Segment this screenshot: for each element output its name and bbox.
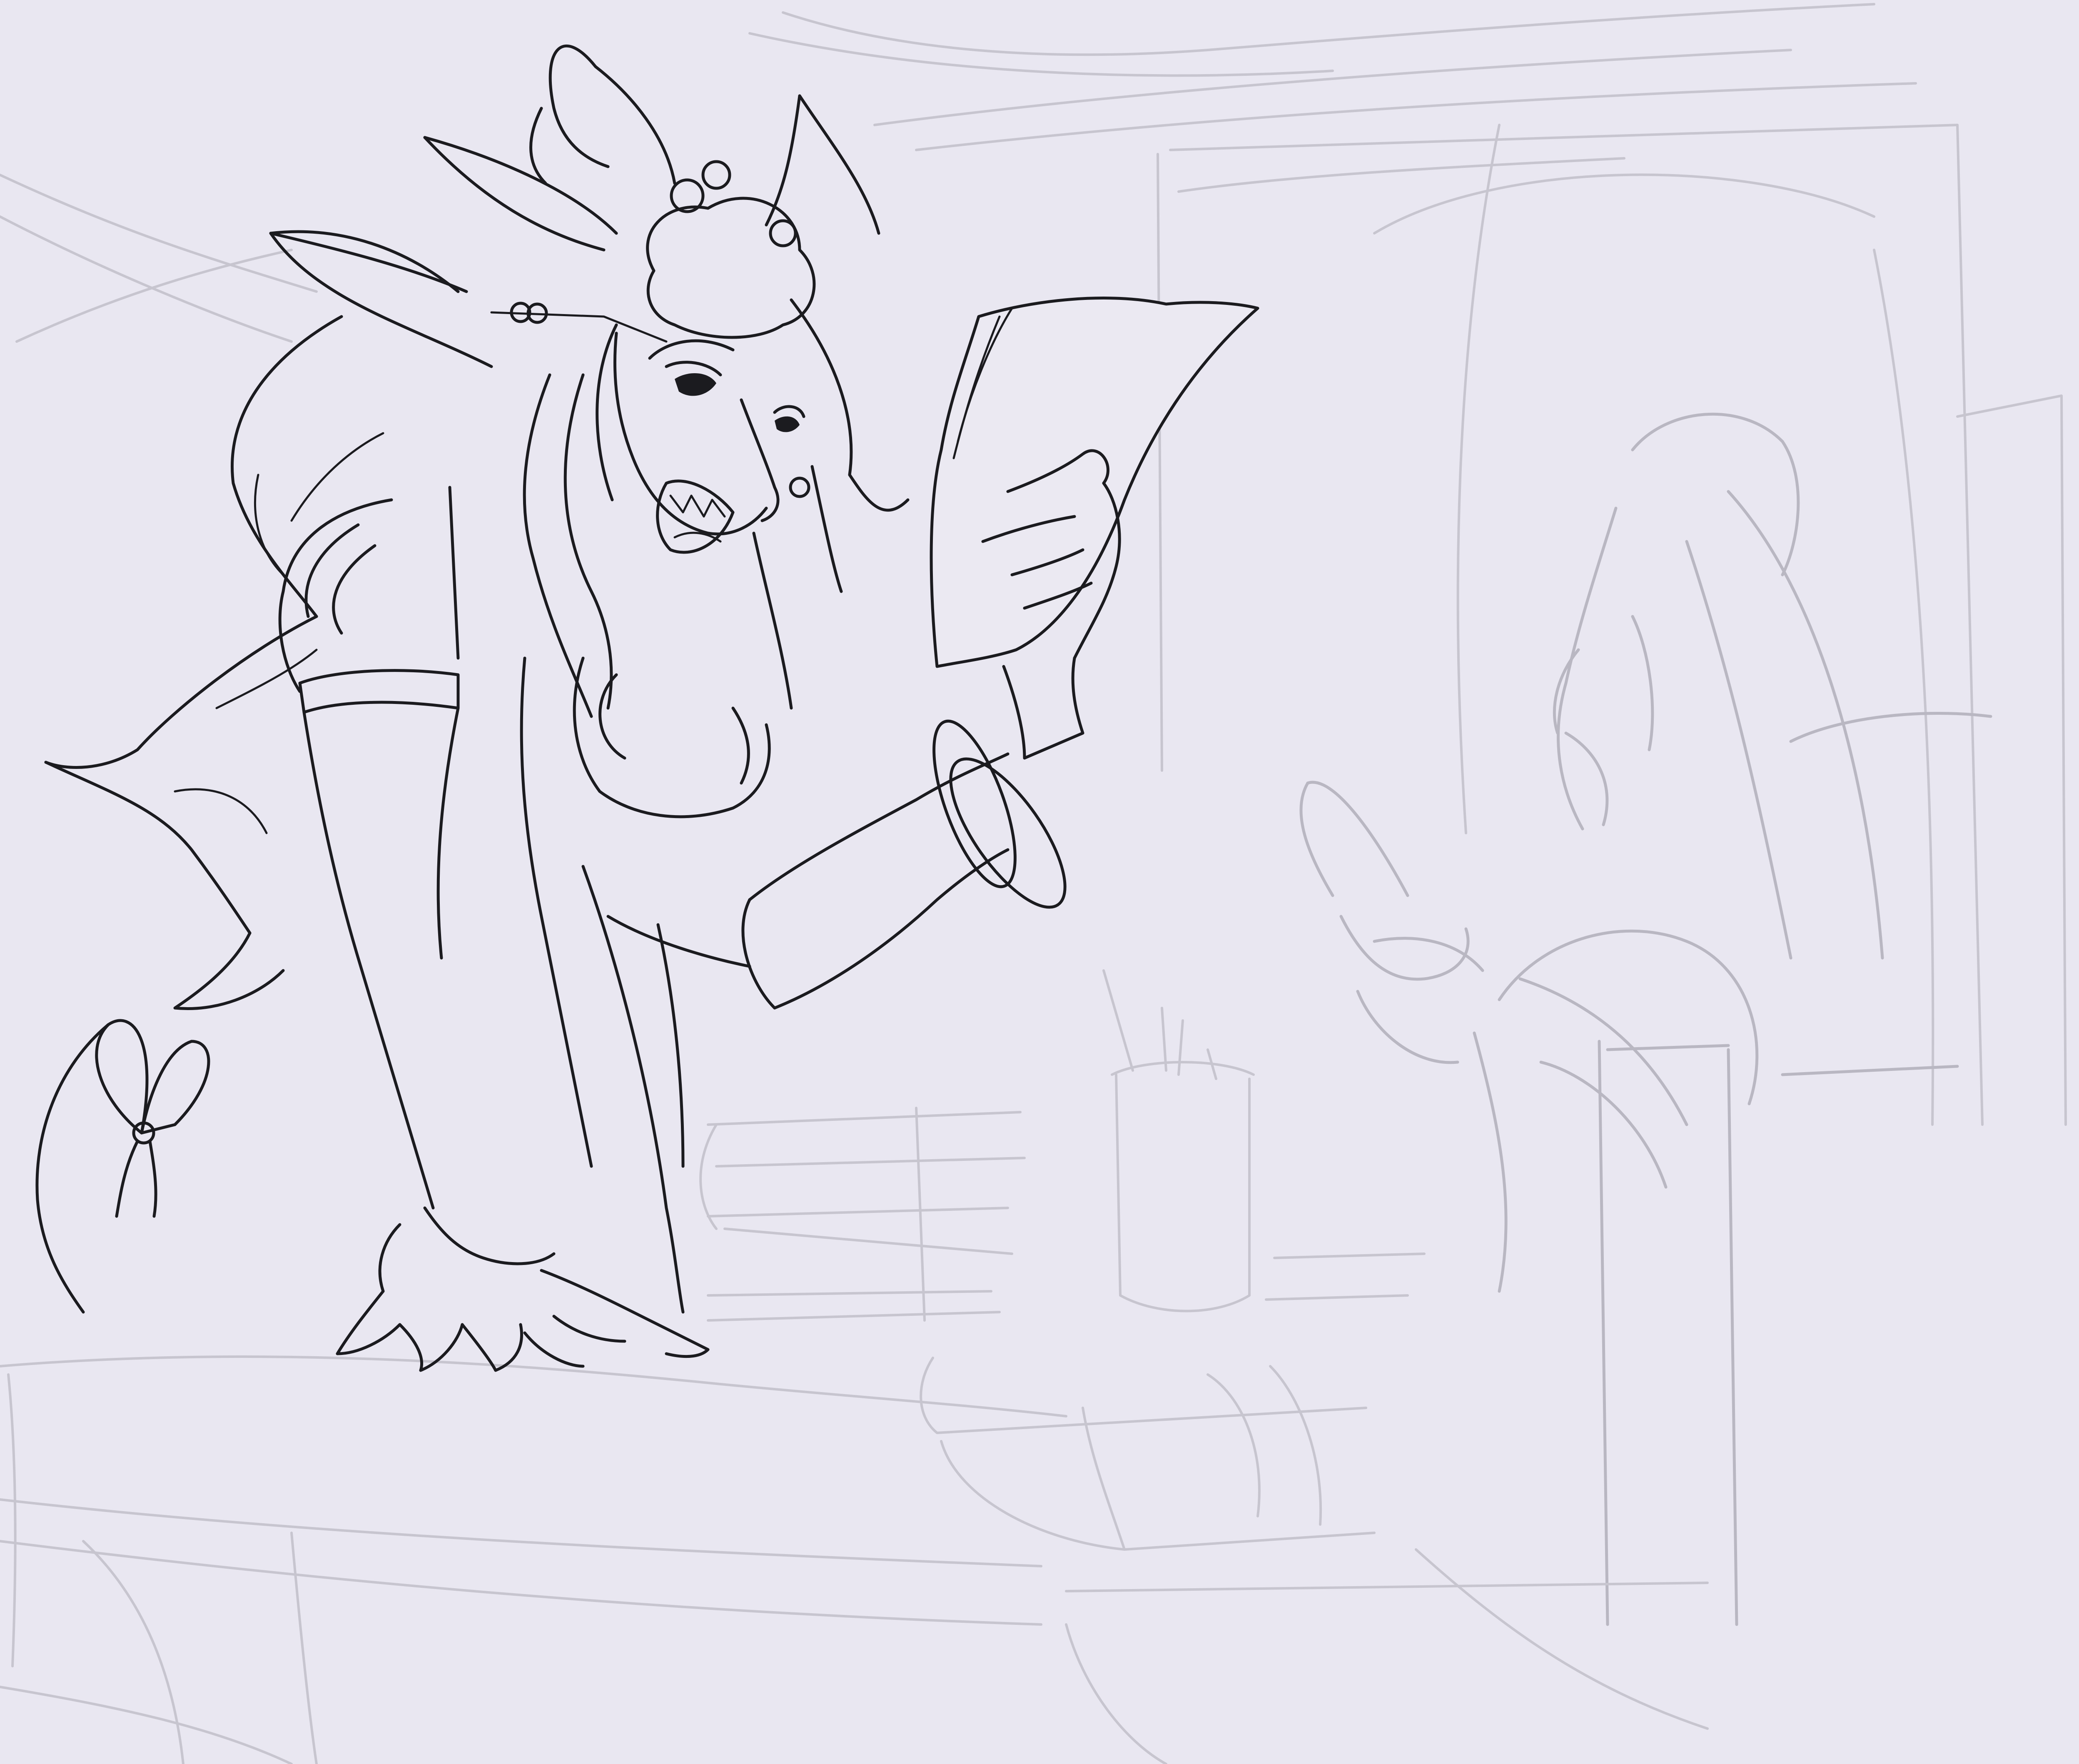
curtain-sketch (0, 3, 1917, 343)
hair-front (523, 298, 910, 718)
woman-figure (35, 45, 1259, 1372)
illustration-canvas (0, 3, 2067, 1764)
bangle-1 (932, 719, 1017, 888)
raised-arm (741, 656, 1084, 1010)
seated-figure-sketch (1299, 412, 1992, 1626)
letter-paper (930, 297, 1259, 668)
dress (278, 486, 771, 1314)
bow-ribbon (35, 1019, 210, 1314)
hands-on-desk (336, 1206, 710, 1372)
hair-back (44, 232, 493, 1010)
desk-props-sketch (699, 969, 1709, 1764)
desk-sketch (0, 1355, 1067, 1764)
window-sketch (1157, 124, 2067, 1126)
hand-with-letter (930, 297, 1259, 668)
hair-ornament (269, 45, 880, 343)
face (613, 332, 810, 554)
background-sketch (0, 3, 2067, 1764)
